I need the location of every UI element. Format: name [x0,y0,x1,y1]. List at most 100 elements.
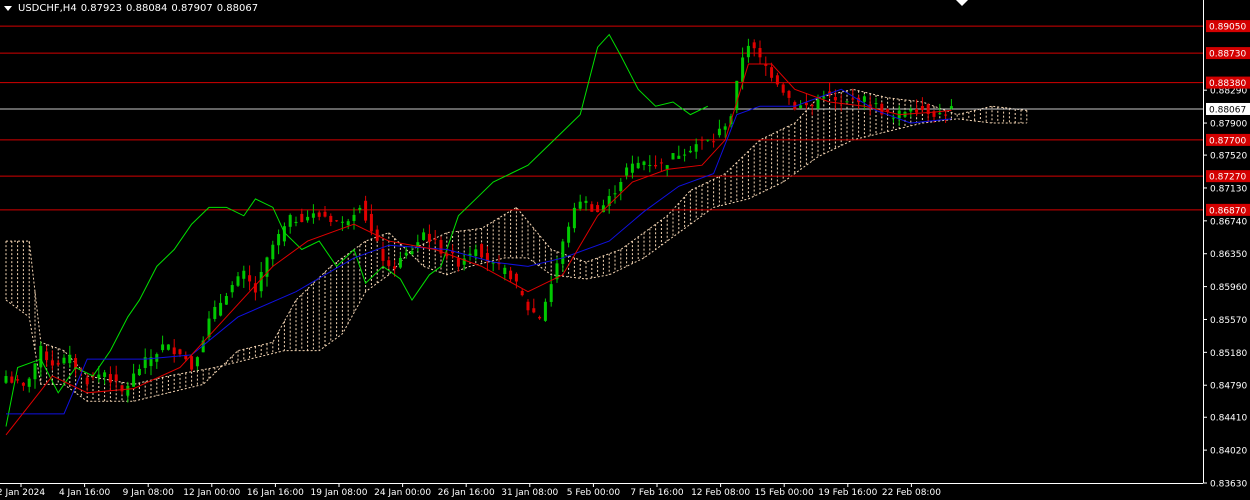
candle-body [346,221,350,226]
candle-body [665,165,669,169]
candle-body [630,163,634,173]
candle-body [520,290,524,296]
candle-body [369,213,373,232]
candle-body [752,42,756,49]
candle-body [340,221,344,223]
senkou-span-b [5,118,1027,402]
candle-body [781,84,785,93]
candle-body [236,276,240,286]
candle-body [717,128,721,136]
candle-body [804,102,808,106]
candle-body [549,284,553,302]
candle-body [480,244,484,258]
candle-body [886,108,890,112]
candle-body [596,205,600,213]
candle-body [56,362,60,365]
price-tick-label: 0.84410 [1210,414,1247,424]
candle-body [723,126,727,130]
candle-body [677,155,681,159]
candle-body [219,302,223,316]
candle-body [822,97,826,99]
candle-body [108,374,112,383]
level-price-label: 0.89050 [1209,23,1246,33]
candle-body [694,144,698,152]
level-price-label: 0.87700 [1209,136,1246,146]
candle-body [190,356,194,370]
time-tick-label: 16 Jan 16:00 [247,488,304,498]
candle-body [526,301,530,311]
candle-body [775,75,779,85]
candle-body [410,251,414,255]
price-tick-label: 0.84020 [1210,447,1247,457]
candle-body [195,357,199,367]
price-chart[interactable]: 0.882900.879000.875200.871300.867400.863… [0,0,1250,500]
candle-body [230,285,234,293]
ichimoku-cloud [5,88,1028,402]
candle-body [648,165,652,167]
candle-body [671,153,675,160]
price-axis: 0.882900.879000.875200.871300.867400.863… [1203,0,1250,490]
candle-body [590,204,594,212]
price-tick-label: 0.87130 [1210,184,1247,194]
candles [4,38,953,403]
candle-body [33,363,37,380]
candle-body [242,270,246,279]
shift-marker-icon[interactable] [956,0,968,6]
candle-body [578,201,582,209]
chart-header: USDCHF,H4 0.87923 0.88084 0.87907 0.8806… [4,1,258,15]
time-tick-label: 24 Jan 00:00 [374,488,431,498]
time-tick-label: 12 Feb 08:00 [691,488,750,498]
candle-body [833,97,837,101]
level-price-label: 0.87270 [1209,173,1246,183]
candle-body [683,154,687,156]
candle-body [642,161,646,166]
candle-body [172,347,176,355]
time-tick-label: 26 Jan 16:00 [438,488,495,498]
level-price-label: 0.88380 [1209,79,1246,89]
price-tick-label: 0.86740 [1210,217,1247,227]
candle-body [387,260,391,266]
candle-body [538,316,542,319]
time-tick-label: 19 Feb 16:00 [818,488,877,498]
candle-body [654,165,658,167]
candle-body [787,90,791,98]
time-tick-label: 9 Jan 08:00 [123,488,175,498]
candle-body [567,226,571,243]
candle-body [712,141,716,143]
candle-body [572,207,576,229]
candle-body [688,150,692,153]
candle-body [317,212,321,217]
candle-body [543,301,547,321]
candle-body [213,306,217,319]
candle-body [938,113,942,115]
candle-body [862,96,866,102]
candle-body [874,103,878,105]
candle-body [891,117,895,119]
candle-body [358,207,362,210]
candle-body [166,344,170,350]
candle-body [161,344,165,351]
candle-body [509,270,513,280]
candle-body [456,258,460,267]
chikou-span-line [5,33,709,427]
candle-body [503,267,507,275]
time-tick-label: 5 Feb 00:00 [567,488,621,498]
high-value: 0.88084 [126,2,168,14]
candle-body [137,368,141,376]
candle-body [248,275,252,282]
level-price-label: 0.86870 [1209,206,1246,216]
time-tick-label: 4 Jan 16:00 [59,488,111,498]
candle-body [799,105,803,108]
time-tick-label: 15 Feb 00:00 [755,488,814,498]
candle-body [474,249,478,256]
candle-body [764,64,768,66]
candle-body [398,257,402,268]
candle-body [915,108,919,113]
candle-body [625,167,629,176]
dropdown-triangle-icon[interactable] [4,5,12,11]
time-tick-label: 31 Jan 08:00 [501,488,558,498]
candle-body [85,377,89,385]
close-value: 0.88067 [216,2,259,14]
candle-body [393,266,397,269]
candle-body [62,357,66,364]
